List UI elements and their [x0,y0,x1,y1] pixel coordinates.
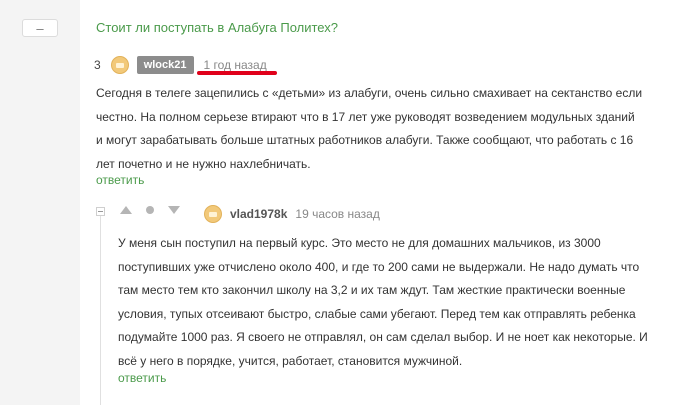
upvote-icon[interactable] [120,206,132,214]
collapse-label: – [36,20,44,36]
comment-line: Сегодня в телеге зацепились с «детьми» и… [96,86,643,100]
comment-rating: 3 [94,58,101,72]
reply-button[interactable]: ответить [96,173,144,187]
reply-line: всё у него в порядке, учится, работает, … [118,353,463,368]
red-highlight-underline [197,71,277,75]
reply-header: vlad1978k 19 часов назад [204,205,380,223]
post-title-link[interactable]: Стоит ли поступать в Алабуга Политех? [96,20,338,35]
reply-comment: vlad1978k 19 часов назад У меня сын пост… [108,200,695,405]
reply-line: условия, тупых отсеивают быстро, слабые … [118,306,636,321]
reply-body: У меня сын поступил на первый курс. Это … [118,232,688,373]
comment-line: лет почетно и не нужно нахлебничать. [96,157,311,172]
comment-card: Стоит ли поступать в Алабуга Политех? 3 … [80,0,700,405]
downvote-icon[interactable] [168,206,180,214]
reply-button[interactable]: ответить [118,371,166,385]
comment-time-link[interactable]: 1 год назад [204,58,267,72]
thread-collapse-toggle[interactable] [96,207,105,216]
collapse-comment-button[interactable]: – [22,19,58,37]
reply-line: подумайте 1000 раз. Я своего не отправля… [118,330,648,344]
username-badge[interactable]: wlock21 [136,56,194,74]
comment-body: Сегодня в телеге зацепились с «детьми» и… [96,82,681,177]
vote-dot-icon [146,206,154,214]
reply-line: поступивших уже отчислено около 400, и г… [118,259,640,274]
reply-time-link[interactable]: 19 часов назад [295,207,379,221]
vote-controls [120,206,180,214]
comment-line: и могут зарабатывать больше штатных рабо… [96,133,634,148]
avatar[interactable] [110,56,129,74]
reply-username[interactable]: vlad1978k [230,207,287,221]
reply-line: там место тем кто закончил школу на 3,2 … [118,283,626,297]
comment-line: честно. На полном серьезе втирают что в … [96,109,635,124]
reply-line: У меня сын поступил на первый курс. Это … [118,236,601,250]
thread-line[interactable] [100,210,101,405]
page: – Стоит ли поступать в Алабуга Политех? … [0,0,700,405]
avatar[interactable] [204,205,222,223]
